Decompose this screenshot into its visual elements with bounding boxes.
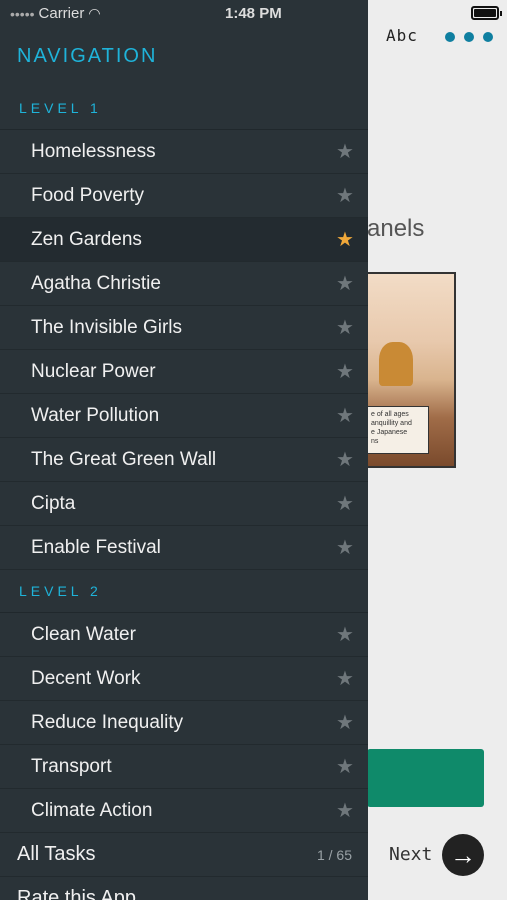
menu-item-label: Climate Action	[31, 799, 153, 821]
rate-app-label: Rate this App	[17, 887, 136, 900]
star-icon[interactable]: ★	[336, 186, 354, 206]
menu-item-label: Reduce Inequality	[31, 711, 184, 733]
star-icon[interactable]: ★	[336, 142, 354, 162]
menu-item-nuclear-power[interactable]: Nuclear Power ★	[0, 350, 368, 394]
star-icon[interactable]: ★	[336, 713, 354, 733]
section-header-level-1: LEVEL 1	[0, 87, 368, 130]
menu-list: LEVEL 1 Homelessness ★ Food Poverty ★ Zen …	[0, 87, 368, 900]
menu-item-climate-action[interactable]: Climate Action ★	[0, 789, 368, 833]
menu-item-label: The Invisible Girls	[31, 316, 182, 338]
menu-item-label: Zen Gardens	[31, 228, 142, 250]
carrier-info: ••••• Carrier ◠	[10, 5, 101, 22]
monk-figure	[379, 342, 413, 386]
next-arrow-button[interactable]: →	[442, 834, 484, 876]
menu-item-label: Transport	[31, 755, 112, 777]
star-icon[interactable]: ★	[336, 538, 354, 558]
menu-item-label: Homelessness	[31, 140, 156, 162]
font-size-button[interactable]: Abc	[386, 26, 418, 45]
all-tasks-item[interactable]: All Tasks 1 / 65	[0, 833, 368, 877]
menu-item-label: The Great Green Wall	[31, 448, 217, 470]
task-count: 1 / 65	[316, 846, 352, 863]
menu-item-label: Enable Festival	[31, 536, 161, 558]
menu-item-homelessness[interactable]: Homelessness ★	[0, 130, 368, 174]
next-label[interactable]: Next	[389, 844, 432, 865]
menu-item-water-pollution[interactable]: Water Pollution ★	[0, 394, 368, 438]
status-bar: ••••• Carrier ◠ 1:48 PM	[0, 0, 507, 28]
all-tasks-label: All Tasks	[17, 843, 96, 865]
background-action-button[interactable]	[367, 749, 484, 807]
star-icon[interactable]: ★	[336, 757, 354, 777]
carrier-label: Carrier	[38, 5, 85, 22]
menu-item-great-green-wall[interactable]: The Great Green Wall ★	[0, 438, 368, 482]
menu-item-label: Cipta	[31, 492, 76, 514]
rate-app-item[interactable]: Rate this App	[0, 877, 368, 900]
status-time: 1:48 PM	[225, 5, 282, 22]
star-icon[interactable]: ★	[336, 318, 354, 338]
menu-item-enable-festival[interactable]: Enable Festival ★	[0, 526, 368, 570]
star-icon[interactable]: ★	[336, 494, 354, 514]
star-icon[interactable]: ★	[336, 450, 354, 470]
menu-item-label: Clean Water	[31, 623, 136, 645]
menu-item-reduce-inequality[interactable]: Reduce Inequality ★	[0, 701, 368, 745]
comic-panel-image: e of all ages anquillity and e Japanese …	[367, 272, 456, 468]
menu-item-zen-gardens[interactable]: Zen Gardens ★	[0, 218, 368, 262]
menu-item-food-poverty[interactable]: Food Poverty ★	[0, 174, 368, 218]
menu-item-label: Water Pollution	[31, 404, 160, 426]
wifi-icon: ◠	[88, 5, 101, 21]
menu-item-decent-work[interactable]: Decent Work ★	[0, 657, 368, 701]
menu-item-label: Decent Work	[31, 667, 141, 689]
battery-icon	[471, 6, 502, 20]
menu-item-label: Agatha Christie	[31, 272, 161, 294]
background-page-title: anels	[367, 215, 425, 242]
menu-item-cipta[interactable]: Cipta ★	[0, 482, 368, 526]
star-icon[interactable]: ★	[336, 801, 354, 821]
menu-item-agatha-christie[interactable]: Agatha Christie ★	[0, 262, 368, 306]
menu-item-transport[interactable]: Transport ★	[0, 745, 368, 789]
more-options-icon[interactable]	[445, 32, 493, 42]
star-icon[interactable]: ★	[336, 625, 354, 645]
section-header-level-2: LEVEL 2	[0, 570, 368, 613]
star-icon-active[interactable]: ★	[336, 230, 354, 250]
drawer-title: NAVIGATION	[17, 45, 158, 67]
star-icon[interactable]: ★	[336, 362, 354, 382]
signal-icon: •••••	[10, 5, 35, 22]
navigation-drawer: NAVIGATION LEVEL 1 Homelessness ★ Food Po…	[0, 0, 368, 900]
menu-item-label: Nuclear Power	[31, 360, 156, 382]
star-icon[interactable]: ★	[336, 274, 354, 294]
comic-caption: e of all ages anquillity and e Japanese …	[367, 406, 429, 454]
menu-item-invisible-girls[interactable]: The Invisible Girls ★	[0, 306, 368, 350]
arrow-right-icon: →	[450, 839, 476, 870]
star-icon[interactable]: ★	[336, 669, 354, 689]
menu-item-clean-water[interactable]: Clean Water ★	[0, 613, 368, 657]
menu-item-label: Food Poverty	[31, 184, 144, 206]
star-icon[interactable]: ★	[336, 406, 354, 426]
